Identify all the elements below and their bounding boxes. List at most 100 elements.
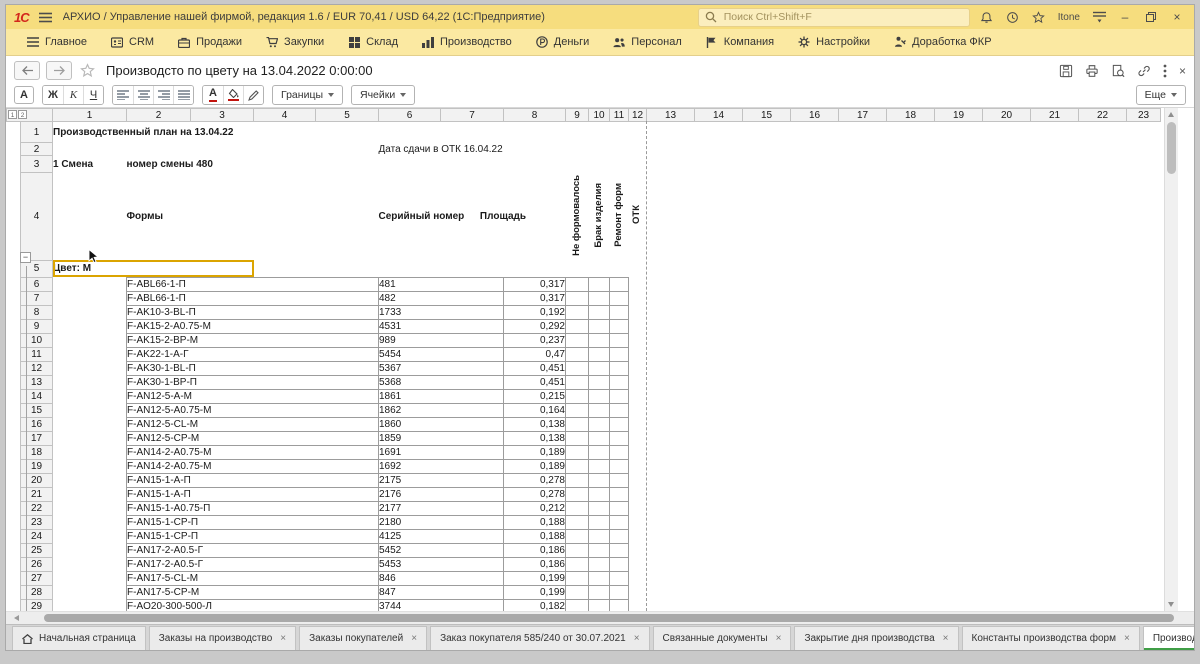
- link-icon[interactable]: [1137, 64, 1151, 78]
- menu-item-main[interactable]: Главное: [16, 33, 98, 51]
- borders-dropdown[interactable]: Границы: [272, 85, 343, 105]
- status-cell[interactable]: [589, 487, 610, 501]
- area-cell[interactable]: 0,451: [504, 361, 566, 375]
- status-cell[interactable]: [566, 599, 589, 611]
- column-header[interactable]: 14: [695, 109, 743, 122]
- status-cell[interactable]: [566, 571, 589, 585]
- serial-cell[interactable]: 2180: [379, 515, 504, 529]
- menu-item-production[interactable]: Производство: [411, 33, 523, 51]
- form-cell[interactable]: F-AN15-1-А-П: [127, 473, 379, 487]
- column-header[interactable]: 10: [589, 109, 610, 122]
- status-cell[interactable]: [589, 529, 610, 543]
- service-menu-icon[interactable]: [1090, 8, 1108, 26]
- column-header[interactable]: 4: [254, 109, 316, 122]
- serial-cell[interactable]: 1860: [379, 417, 504, 431]
- tab-close-icon[interactable]: ×: [1124, 633, 1130, 644]
- favorite-star-icon[interactable]: [78, 62, 96, 80]
- serial-cell[interactable]: 846: [379, 571, 504, 585]
- menu-item-money[interactable]: Деньги: [525, 33, 601, 51]
- tab-related-documents[interactable]: Связанные документы×: [653, 626, 792, 650]
- status-cell[interactable]: [589, 347, 610, 361]
- serial-cell[interactable]: 1862: [379, 403, 504, 417]
- status-cell[interactable]: [566, 305, 589, 319]
- serial-cell[interactable]: 2177: [379, 501, 504, 515]
- status-cell[interactable]: [566, 375, 589, 389]
- group-level-buttons[interactable]: 12: [7, 109, 53, 122]
- status-cell[interactable]: [610, 417, 629, 431]
- area-cell[interactable]: 0,138: [504, 431, 566, 445]
- row-header[interactable]: 1: [21, 122, 53, 143]
- area-cell[interactable]: 0,292: [504, 319, 566, 333]
- tab-production-by-color[interactable]: Производсто по цвету на 13.04.2022 0:00:…: [1143, 626, 1195, 650]
- status-cell[interactable]: [610, 389, 629, 403]
- area-cell[interactable]: 0,199: [504, 585, 566, 599]
- status-header-cell[interactable]: Брак изделия: [589, 173, 610, 261]
- area-cell[interactable]: 0,212: [504, 501, 566, 515]
- row-header[interactable]: 2: [21, 143, 53, 156]
- area-cell[interactable]: 0,138: [504, 417, 566, 431]
- status-cell[interactable]: [566, 389, 589, 403]
- serial-cell[interactable]: 5368: [379, 375, 504, 389]
- tab-close-icon[interactable]: ×: [943, 633, 949, 644]
- row-header[interactable]: 3: [21, 156, 53, 173]
- save-icon[interactable]: [1059, 64, 1073, 78]
- status-cell[interactable]: [610, 445, 629, 459]
- column-header[interactable]: 17: [839, 109, 887, 122]
- area-cell[interactable]: 0,317: [504, 291, 566, 305]
- serial-cell[interactable]: 482: [379, 291, 504, 305]
- scroll-left-arrow[interactable]: [14, 615, 19, 621]
- serial-cell[interactable]: 1859: [379, 431, 504, 445]
- user-label[interactable]: Itone: [1058, 12, 1080, 23]
- column-header[interactable]: 5: [316, 109, 379, 122]
- form-cell[interactable]: F-AN17-5-CP-M: [127, 585, 379, 599]
- serial-cell[interactable]: 5454: [379, 347, 504, 361]
- tab-day-close[interactable]: Закрытие дня производства×: [794, 626, 958, 650]
- otk-date-note[interactable]: Дата сдачи в ОТК 16.04.22: [379, 143, 504, 156]
- form-cell[interactable]: F-AN15-1-A0.75-П: [127, 501, 379, 515]
- shift-number-cell[interactable]: номер смены 480: [127, 156, 254, 173]
- area-cell[interactable]: 0,215: [504, 389, 566, 403]
- status-cell[interactable]: [610, 347, 629, 361]
- shift-cell[interactable]: 1 Смена: [53, 156, 127, 173]
- column-header[interactable]: 3: [191, 109, 254, 122]
- form-cell[interactable]: F-AK30-1-BP-П: [127, 375, 379, 389]
- collapse-group-button[interactable]: −: [20, 252, 31, 263]
- horizontal-scrollbar-thumb[interactable]: [44, 614, 1174, 622]
- align-left-button[interactable]: [113, 86, 133, 104]
- tab-close-icon[interactable]: ×: [411, 633, 417, 644]
- star-icon[interactable]: [1030, 8, 1048, 26]
- align-center-button[interactable]: [133, 86, 153, 104]
- area-cell[interactable]: 0,189: [504, 445, 566, 459]
- tab-customer-orders[interactable]: Заказы покупателей×: [299, 626, 427, 650]
- status-cell[interactable]: [589, 277, 610, 291]
- form-cell[interactable]: F-AN12-5-CL-M: [127, 417, 379, 431]
- hamburger-icon[interactable]: [37, 8, 55, 26]
- status-cell[interactable]: [589, 571, 610, 585]
- status-cell[interactable]: [610, 599, 629, 611]
- status-cell[interactable]: [610, 529, 629, 543]
- form-cell[interactable]: F-AK15-2-A0.75-M: [127, 319, 379, 333]
- status-cell[interactable]: [589, 585, 610, 599]
- column-header[interactable]: 8: [504, 109, 566, 122]
- status-cell[interactable]: [589, 417, 610, 431]
- kebab-icon[interactable]: [1163, 64, 1167, 78]
- form-cell[interactable]: F-AN15-1-CP-П: [127, 529, 379, 543]
- serial-cell[interactable]: 2175: [379, 473, 504, 487]
- column-header[interactable]: 11: [610, 109, 629, 122]
- status-cell[interactable]: [566, 319, 589, 333]
- color-group-cell[interactable]: Цвет: М: [53, 260, 254, 277]
- serial-cell[interactable]: 847: [379, 585, 504, 599]
- status-cell[interactable]: [566, 333, 589, 347]
- column-header[interactable]: 23: [1127, 109, 1161, 122]
- status-cell[interactable]: [566, 291, 589, 305]
- tab-close-icon[interactable]: ×: [280, 633, 286, 644]
- status-cell[interactable]: [589, 501, 610, 515]
- form-cell[interactable]: F-AN12-5-CP-M: [127, 431, 379, 445]
- column-header[interactable]: 15: [743, 109, 791, 122]
- column-header[interactable]: 2: [127, 109, 191, 122]
- serial-cell[interactable]: 5367: [379, 361, 504, 375]
- menu-item-fkr[interactable]: Доработка ФКР: [883, 33, 1002, 51]
- status-cell[interactable]: [610, 277, 629, 291]
- status-header-cell[interactable]: ОТК: [629, 173, 647, 261]
- font-color-button[interactable]: А: [203, 86, 223, 104]
